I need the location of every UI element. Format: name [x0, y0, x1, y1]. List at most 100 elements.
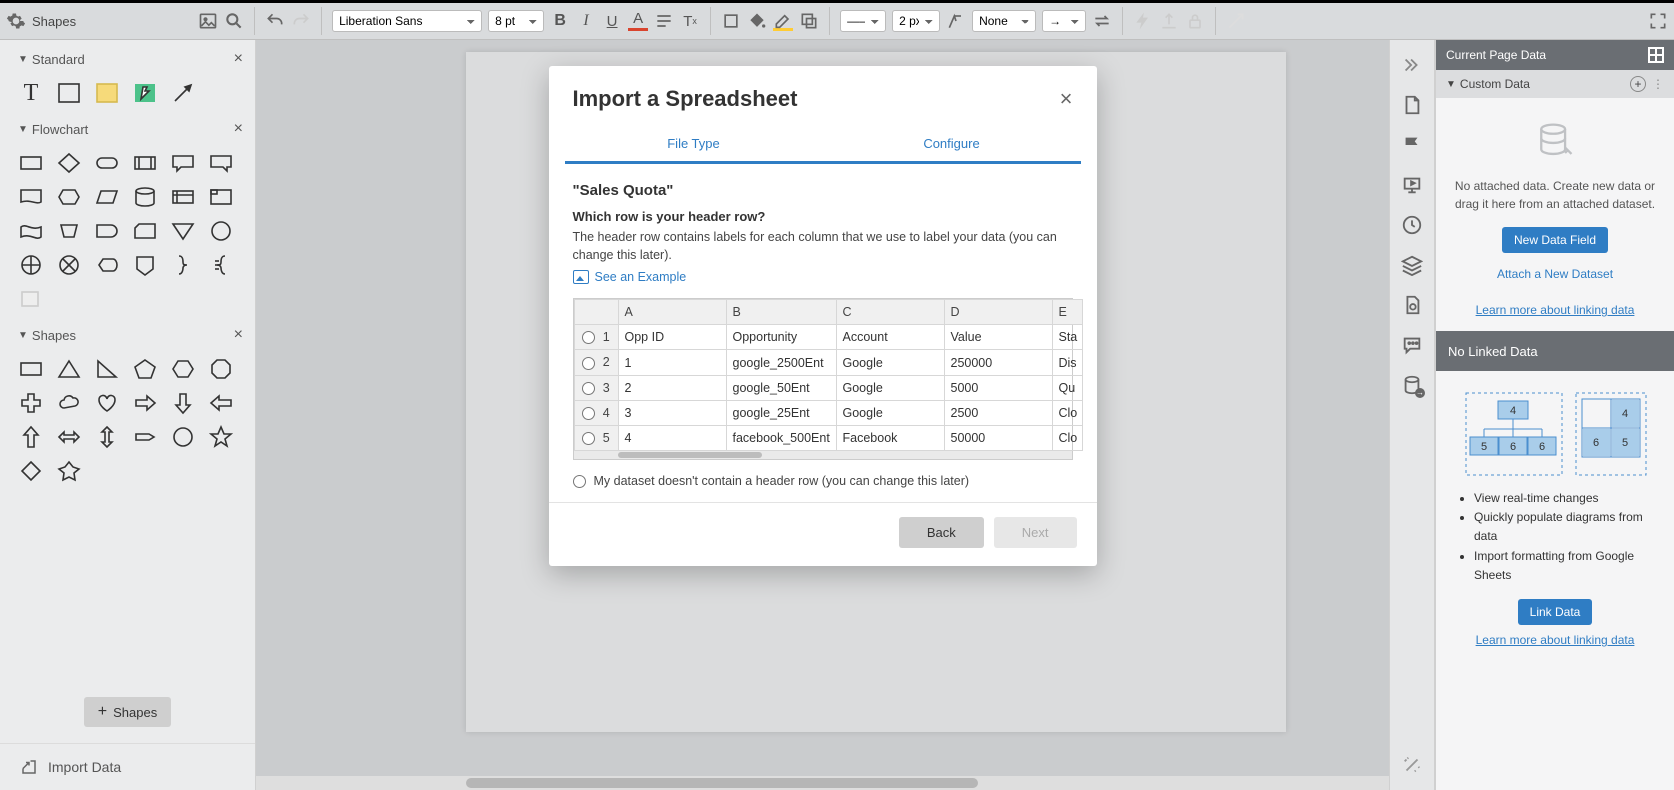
row-radio[interactable]	[582, 357, 595, 370]
learn-more-link-2[interactable]: Learn more about linking data	[1476, 633, 1635, 647]
or-icon[interactable]	[18, 252, 44, 278]
link-data-button[interactable]: Link Data	[1518, 599, 1593, 625]
shape-options-icon[interactable]	[799, 11, 819, 31]
sheet-horizontal-scrollbar[interactable]	[574, 451, 1072, 459]
circle2-icon[interactable]	[170, 424, 196, 450]
close-icon[interactable]: ×	[234, 50, 243, 68]
file-icon[interactable]	[1401, 294, 1423, 316]
table-row[interactable]: 1Opp IDOpportunityAccountValueSta	[574, 325, 1082, 350]
image-icon[interactable]	[198, 11, 218, 31]
see-example-link[interactable]: See an Example	[573, 270, 1073, 284]
callout-icon[interactable]	[170, 150, 196, 176]
pill-r-icon[interactable]	[132, 424, 158, 450]
fullscreen-icon[interactable]	[1648, 11, 1668, 31]
section-standard[interactable]: ▼ Standard ×	[0, 40, 255, 76]
add-icon[interactable]: +	[1630, 76, 1646, 92]
cylinder-icon[interactable]	[132, 184, 158, 210]
magic-icon[interactable]	[1226, 11, 1246, 31]
intstore-icon[interactable]	[170, 184, 196, 210]
offpage-icon[interactable]	[132, 252, 158, 278]
shapes-dropdown-label[interactable]: Shapes	[32, 14, 76, 29]
arrow-line-icon[interactable]	[170, 80, 196, 106]
learn-more-link[interactable]: Learn more about linking data	[1476, 303, 1635, 317]
heart-icon[interactable]	[94, 390, 120, 416]
row-radio[interactable]	[582, 331, 595, 344]
arrow-d-icon[interactable]	[170, 390, 196, 416]
stroke-width-select[interactable]: 2 px	[892, 10, 940, 32]
predef-icon[interactable]	[132, 150, 158, 176]
table-row[interactable]: 32google_50EntGoogle5000Qu	[574, 375, 1082, 400]
note-icon[interactable]	[94, 80, 120, 106]
row-selector[interactable]: 1	[574, 325, 618, 350]
polystar-icon[interactable]	[56, 458, 82, 484]
rtri-icon[interactable]	[94, 356, 120, 382]
more-shapes-button[interactable]: + Shapes	[84, 697, 171, 727]
layers-icon[interactable]	[1401, 254, 1423, 276]
no-header-radio[interactable]	[573, 475, 586, 488]
underline-icon[interactable]: U	[602, 11, 622, 31]
arrow-end-select[interactable]: →	[1042, 10, 1086, 32]
close-icon[interactable]: ×	[234, 326, 243, 344]
search-icon[interactable]	[224, 11, 244, 31]
flag-icon[interactable]	[1401, 134, 1423, 156]
back-button[interactable]: Back	[899, 517, 984, 548]
connector-icon[interactable]	[208, 218, 234, 244]
fill-icon[interactable]	[747, 11, 767, 31]
hex2-icon[interactable]	[170, 356, 196, 382]
row-selector[interactable]: 4	[574, 400, 618, 425]
parallel-icon[interactable]	[94, 184, 120, 210]
font-family-select[interactable]: Liberation Sans	[332, 10, 482, 32]
card-icon[interactable]	[132, 218, 158, 244]
brace-l-icon[interactable]	[208, 252, 234, 278]
collapse-panel-icon[interactable]	[1401, 54, 1423, 76]
row-radio[interactable]	[582, 432, 595, 445]
cross-icon[interactable]	[18, 390, 44, 416]
menu-icon[interactable]: ⋮	[1652, 77, 1664, 91]
sum-icon[interactable]	[56, 252, 82, 278]
tab-configure[interactable]: Configure	[823, 126, 1081, 161]
row-radio[interactable]	[582, 407, 595, 420]
close-icon[interactable]: ×	[1060, 86, 1073, 112]
diamond2-icon[interactable]	[18, 458, 44, 484]
data-icon[interactable]: →	[1401, 374, 1423, 396]
terminator-icon[interactable]	[94, 150, 120, 176]
upload-icon[interactable]	[1159, 11, 1179, 31]
delay-icon[interactable]	[94, 218, 120, 244]
new-data-field-button[interactable]: New Data Field	[1502, 227, 1608, 253]
tape-icon[interactable]	[18, 218, 44, 244]
line-style-select[interactable]: ———	[840, 10, 886, 32]
arrow-start-select[interactable]: None	[972, 10, 1036, 32]
star-icon[interactable]	[208, 424, 234, 450]
section-flowchart[interactable]: ▼ Flowchart ×	[0, 110, 255, 146]
block-icon[interactable]	[56, 80, 82, 106]
lock-icon[interactable]	[1185, 11, 1205, 31]
octagon-icon[interactable]	[208, 356, 234, 382]
arrow-lr-icon[interactable]	[56, 424, 82, 450]
arrow-u-icon[interactable]	[18, 424, 44, 450]
brace-r-icon[interactable]	[170, 252, 196, 278]
text-icon[interactable]: T	[18, 80, 44, 106]
frame-icon[interactable]	[208, 184, 234, 210]
page-icon[interactable]	[1401, 94, 1423, 116]
italic-icon[interactable]: I	[576, 11, 596, 31]
triangle-icon[interactable]	[56, 356, 82, 382]
tab-file-type[interactable]: File Type	[565, 126, 823, 161]
crop-icon[interactable]	[721, 11, 741, 31]
arrow-l-icon[interactable]	[208, 390, 234, 416]
font-size-select[interactable]: 8 pt	[488, 10, 544, 32]
custom-data-header[interactable]: ▼ Custom Data + ⋮	[1436, 70, 1674, 98]
bolt-icon[interactable]	[1133, 11, 1153, 31]
doc-icon[interactable]	[18, 184, 44, 210]
hex-icon[interactable]	[56, 184, 82, 210]
hotspot-icon[interactable]	[132, 80, 158, 106]
magic-wand-icon[interactable]	[1401, 754, 1423, 776]
row-selector[interactable]: 5	[574, 426, 618, 451]
redo-icon[interactable]	[291, 11, 311, 31]
no-header-checkbox[interactable]: My dataset doesn't contain a header row …	[573, 460, 1073, 494]
swatch-icon[interactable]	[18, 286, 44, 312]
highlight-icon[interactable]	[773, 11, 793, 31]
table-row[interactable]: 21google_2500EntGoogle250000Dis	[574, 350, 1082, 375]
bold-icon[interactable]: B	[550, 11, 570, 31]
callout2-icon[interactable]	[208, 150, 234, 176]
display-icon[interactable]	[94, 252, 120, 278]
